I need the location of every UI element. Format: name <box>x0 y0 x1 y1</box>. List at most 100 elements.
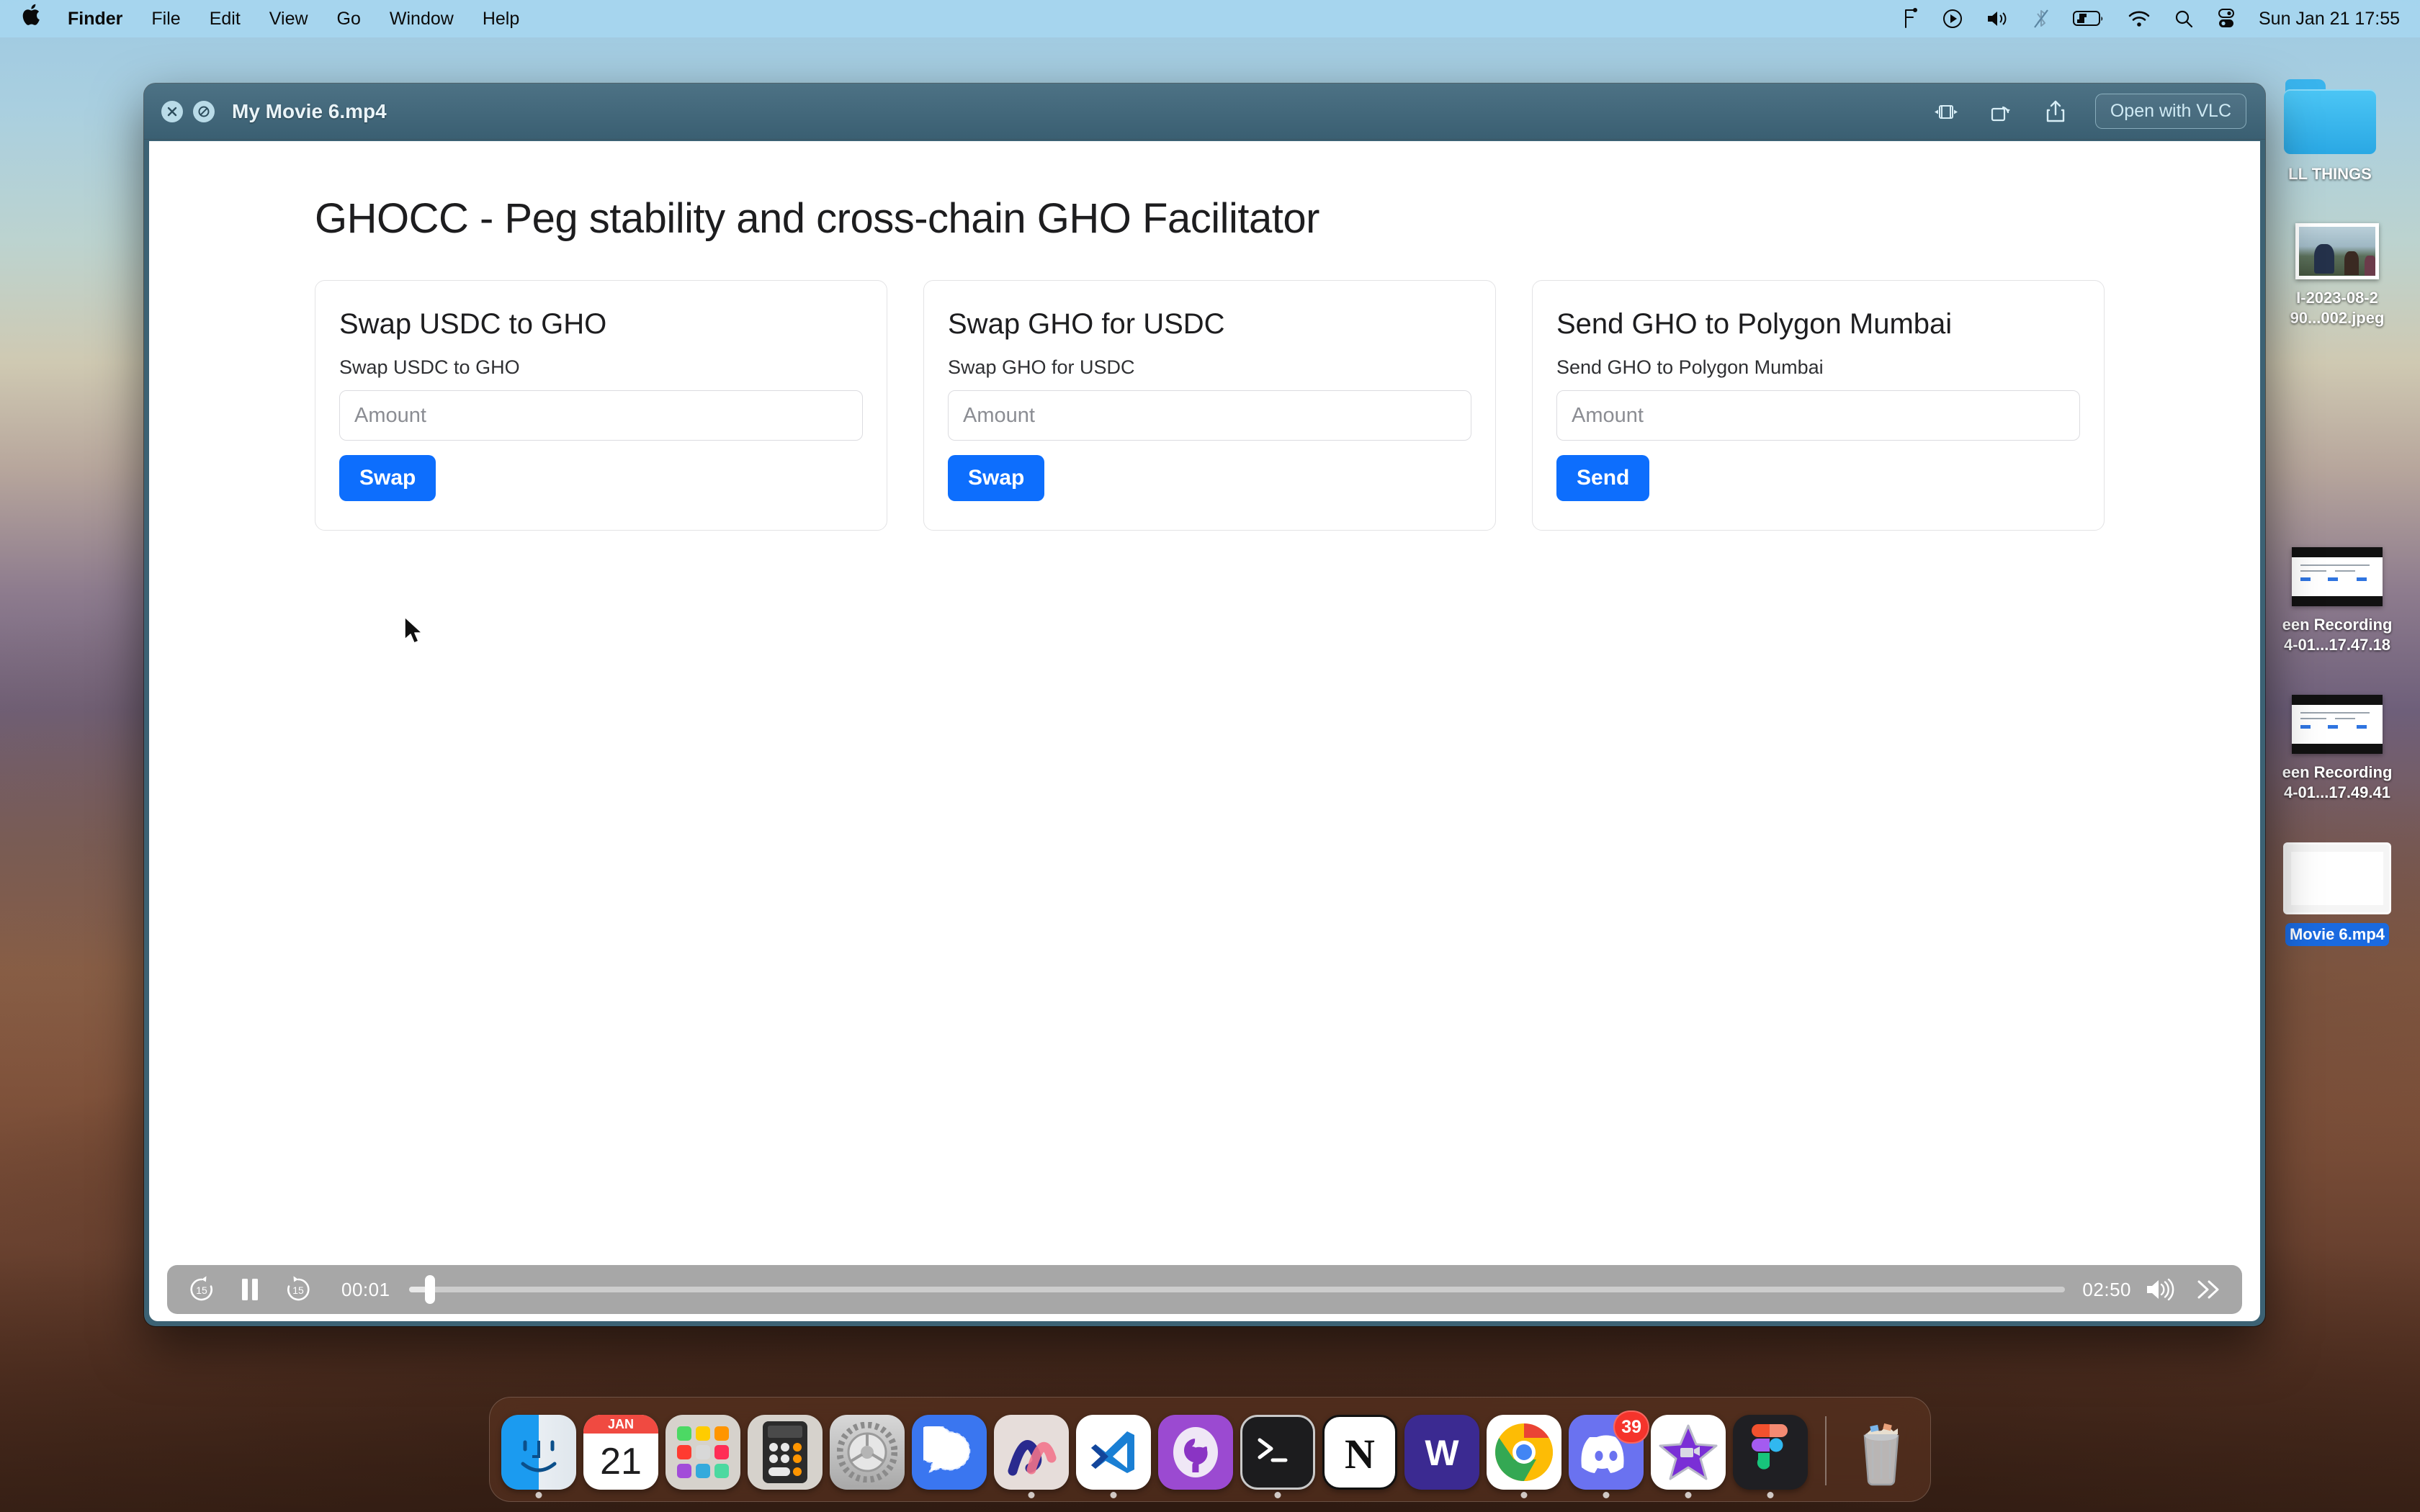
scrubber-track[interactable] <box>408 1287 2066 1292</box>
menubar-item-file[interactable]: File <box>137 0 194 37</box>
minimize-disabled-icon[interactable] <box>193 100 215 122</box>
player-controls[interactable]: 15 15 00:01 02:50 <box>167 1265 2242 1314</box>
wifi-icon[interactable] <box>2116 9 2162 28</box>
dock-item-discord[interactable]: 39 <box>1569 1410 1649 1498</box>
desktop-icon-movie[interactable]: Movie 6.mp4 <box>2269 842 2406 946</box>
desktop-icon-label: een Recording <box>2282 616 2393 634</box>
dock-item-arc[interactable] <box>994 1415 1069 1498</box>
menubar-item-view[interactable]: View <box>255 0 323 37</box>
screen-record-icon[interactable] <box>1930 8 1975 30</box>
discord-badge: 39 <box>1613 1410 1649 1444</box>
trim-icon[interactable] <box>1931 96 1961 127</box>
card-title: Swap GHO for USDC <box>948 308 1225 340</box>
cards-row: Swap USDC to GHO Swap USDC to GHO Swap S… <box>149 243 2260 531</box>
close-icon[interactable] <box>161 100 183 122</box>
svg-text:15: 15 <box>196 1284 207 1296</box>
card-title: Send GHO to Polygon Mumbai <box>1556 308 1953 340</box>
amount-input[interactable] <box>339 390 863 441</box>
volume-icon[interactable] <box>1975 9 2021 29</box>
apple-logo-icon[interactable] <box>22 4 53 31</box>
svg-text:W: W <box>1425 1433 1459 1473</box>
dock-item-terminal[interactable] <box>1240 1415 1315 1498</box>
dock-item-notion[interactable]: N <box>1322 1415 1397 1490</box>
dock-item-figma[interactable] <box>1733 1415 1808 1498</box>
menubar-item-window[interactable]: Window <box>375 0 468 37</box>
screen-recording-thumbnail <box>2292 695 2383 754</box>
dock-item-launchpad[interactable] <box>666 1415 740 1490</box>
dock-item-calendar[interactable]: JAN 21 <box>583 1415 658 1490</box>
menubar-clock[interactable]: Sun Jan 21 17:55 <box>2247 9 2404 30</box>
menubar-item-go[interactable]: Go <box>323 0 375 37</box>
calendar-day: 21 <box>600 1441 642 1482</box>
svg-text:N: N <box>1345 1431 1375 1477</box>
swap-button[interactable]: Swap <box>339 455 436 501</box>
card-swap-gho-for-usdc: Swap GHO for USDC Swap GHO for USDC Swap <box>923 280 1496 531</box>
current-time: 00:01 <box>341 1278 390 1300</box>
dock-item-finder[interactable] <box>501 1415 576 1498</box>
dock-item-word[interactable]: W <box>1404 1415 1479 1490</box>
open-with-vlc-button[interactable]: Open with VLC <box>2094 94 2246 129</box>
menubar-item-edit[interactable]: Edit <box>195 0 255 37</box>
card-swap-usdc-to-gho: Swap USDC to GHO Swap USDC to GHO Swap <box>315 280 887 531</box>
calendar-month: JAN <box>583 1415 658 1434</box>
scrubber[interactable] <box>408 1265 2066 1314</box>
card-title: Swap USDC to GHO <box>339 308 607 340</box>
video-content-area: GHOCC - Peg stability and cross-chain GH… <box>149 141 2260 1321</box>
card-send-gho-to-polygon-mumbai: Send GHO to Polygon Mumbai Send GHO to P… <box>1532 280 2105 531</box>
dock-item-vscode[interactable] <box>1076 1415 1151 1498</box>
desktop-icon-recording-1[interactable]: een Recording 4-01...17.47.18 <box>2269 547 2406 654</box>
desktop-icon-label: LL THINGS <box>2288 165 2372 183</box>
amount-input[interactable] <box>948 390 1471 441</box>
desktop-icon-label-selected: Movie 6.mp4 <box>2285 923 2390 946</box>
search-icon[interactable] <box>2162 9 2205 29</box>
svg-text:15: 15 <box>292 1284 304 1296</box>
folder-icon <box>2284 79 2376 154</box>
screen-recording-thumbnail <box>2292 547 2383 606</box>
desktop-icon-folder[interactable]: LL THINGS <box>2262 79 2398 184</box>
page-title: GHOCC - Peg stability and cross-chain GH… <box>315 195 1319 242</box>
forward-15-icon[interactable]: 15 <box>282 1274 314 1305</box>
duration: 02:50 <box>2082 1278 2131 1300</box>
desktop-icon-label: een Recording <box>2282 763 2393 781</box>
menubar[interactable]: Finder File Edit View Go Window Help Sun… <box>0 0 2420 37</box>
dock-item-trash[interactable] <box>1844 1415 1919 1490</box>
movie-thumbnail <box>2283 842 2391 914</box>
rotate-icon[interactable] <box>1986 96 2016 127</box>
figma-icon[interactable] <box>1890 8 1930 30</box>
menubar-item-help[interactable]: Help <box>468 0 534 37</box>
menubar-app-name[interactable]: Finder <box>53 0 137 37</box>
scrubber-handle[interactable] <box>424 1275 435 1304</box>
window-titlebar[interactable]: My Movie 6.mp4 Open with VLC <box>144 84 2265 140</box>
dock-item-imovie[interactable] <box>1651 1415 1726 1498</box>
dock-item-calculator[interactable] <box>748 1415 823 1490</box>
dock-item-github-desktop[interactable] <box>1158 1415 1233 1490</box>
bluetooth-off-icon[interactable] <box>2021 8 2061 30</box>
dock-item-system-settings[interactable] <box>830 1415 905 1490</box>
desktop-icon-label: 4-01...17.49.41 <box>2283 783 2390 801</box>
ghocc-page: GHOCC - Peg stability and cross-chain GH… <box>149 141 2260 531</box>
desktop-icon-label: 4-01...17.47.18 <box>2283 635 2390 654</box>
volume-high-icon[interactable] <box>2144 1277 2176 1302</box>
battery-charging-icon[interactable] <box>2061 9 2116 28</box>
swap-button[interactable]: Swap <box>948 455 1045 501</box>
card-subtitle: Send GHO to Polygon Mumbai <box>1556 356 1824 378</box>
send-button[interactable]: Send <box>1556 455 1650 501</box>
desktop-icon-label: I-2023-08-2 <box>2296 289 2378 307</box>
desktop-icon-label: 90...002.jpeg <box>2290 308 2385 327</box>
dock-item-chrome[interactable] <box>1487 1415 1561 1498</box>
card-subtitle: Swap GHO for USDC <box>948 356 1135 378</box>
photo-thumbnail <box>2295 223 2379 279</box>
dock[interactable]: JAN 21 N W 39 <box>489 1397 1931 1502</box>
amount-input[interactable] <box>1556 390 2080 441</box>
desktop-icon-photo[interactable]: I-2023-08-2 90...002.jpeg <box>2269 223 2406 328</box>
quicktime-window[interactable]: My Movie 6.mp4 Open with VLC GHOCC - Peg… <box>144 84 2265 1326</box>
control-center-icon[interactable] <box>2205 8 2247 30</box>
rewind-15-icon[interactable]: 15 <box>186 1274 218 1305</box>
share-icon[interactable] <box>2040 96 2071 127</box>
dock-divider <box>1825 1416 1827 1485</box>
desktop-icon-recording-2[interactable]: een Recording 4-01...17.49.41 <box>2269 695 2406 802</box>
card-subtitle: Swap USDC to GHO <box>339 356 520 378</box>
pause-button[interactable] <box>238 1275 262 1304</box>
dock-item-signal[interactable] <box>912 1415 987 1490</box>
fast-forward-icon[interactable] <box>2195 1278 2223 1301</box>
